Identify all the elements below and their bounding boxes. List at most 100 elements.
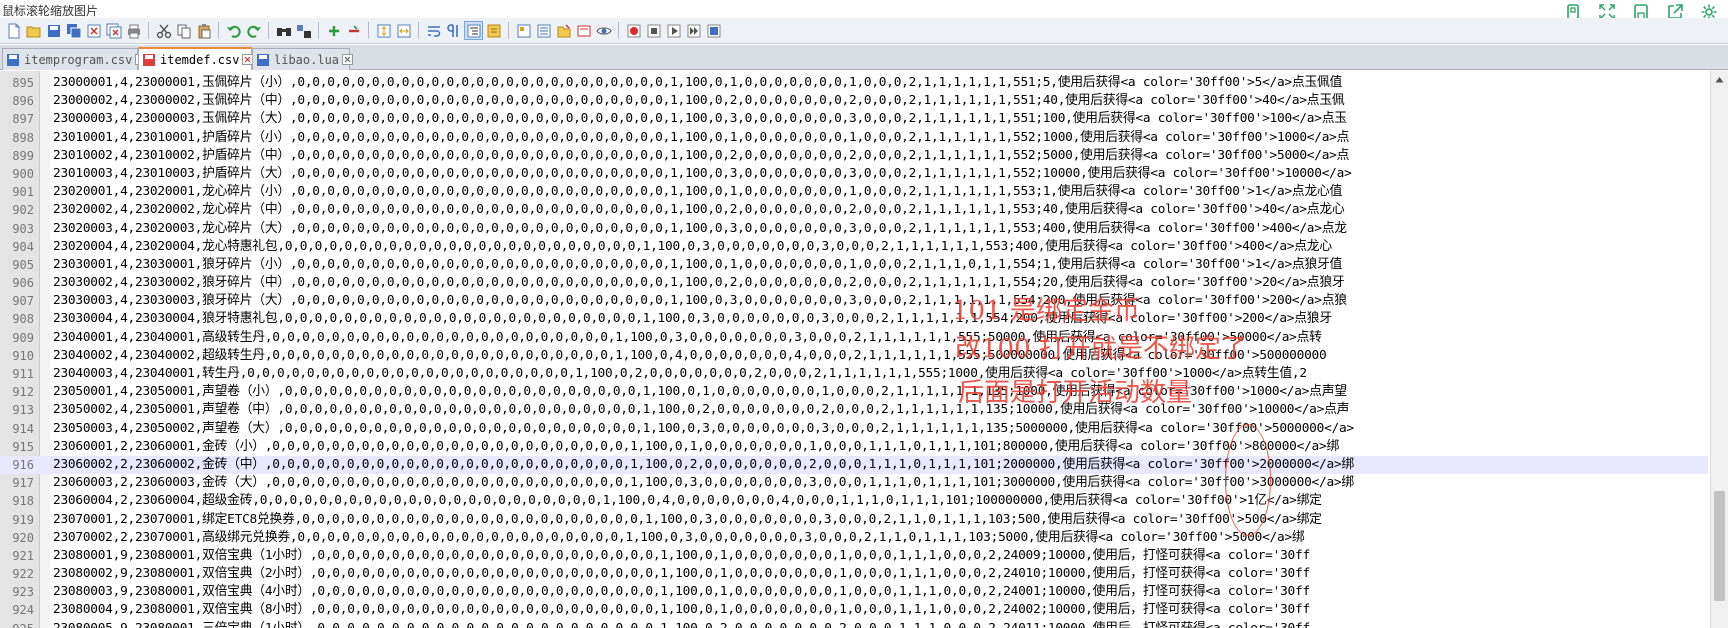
new-file-icon[interactable] (4, 21, 23, 40)
run-macro-multiple-icon[interactable] (684, 21, 703, 40)
editor-line[interactable]: 895 23000001,4,23000001,玉佩碎片（小）,0,0,0,0,0… (0, 74, 1708, 92)
open-file-icon[interactable] (24, 21, 43, 40)
editor-line[interactable]: 897 23000003,4,23000003,玉佩碎片（大）,0,0,0,0,0… (0, 110, 1708, 128)
line-text[interactable]: 23020004,4,23020004,龙心特惠礼包,0,0,0,0,0,0,0… (53, 238, 1332, 256)
stop-macro-icon[interactable] (644, 21, 663, 40)
cut-icon[interactable] (154, 21, 173, 40)
copy-text-icon[interactable] (174, 21, 193, 40)
editor-line[interactable]: 918 23060004,2,23060004,超级金砖,0,0,0,0,0,0,… (0, 492, 1708, 510)
line-text[interactable]: 23080001,9,23080001,双倍宝典（1小时）,0,0,0,0,0,… (53, 547, 1310, 565)
tab-close-icon[interactable] (342, 54, 354, 65)
redo-icon[interactable] (244, 21, 263, 40)
tab-itemprogram[interactable]: itemprogram.csv (2, 48, 147, 70)
line-text[interactable]: 23040003,4,23040001,转生丹,0,0,0,0,0,0,0,0,… (53, 365, 1307, 383)
editor-line[interactable]: 916 23060002,2,23060002,金砖（中）,0,0,0,0,0,0… (0, 455, 1708, 475)
editor-line[interactable]: 911 23040003,4,23040001,转生丹,0,0,0,0,0,0,0… (0, 365, 1708, 383)
editor-line[interactable]: 906 23030002,4,23030002,狼牙碎片（中）,0,0,0,0,0… (0, 274, 1708, 292)
tab-itemdef[interactable]: itemdef.csv (138, 47, 254, 70)
preview-eye-icon[interactable] (594, 21, 613, 40)
line-text[interactable]: 23060002,2,23060002,金砖（中）,0,0,0,0,0,0,0,… (53, 456, 1354, 474)
text-editor[interactable]: 895 23000001,4,23000001,玉佩碎片（小）,0,0,0,0,0… (0, 71, 1728, 628)
print-icon[interactable] (124, 21, 143, 40)
editor-line[interactable]: 896 23000002,4,23000002,玉佩碎片（中）,0,0,0,0,0… (0, 92, 1708, 110)
save-icon[interactable] (44, 21, 63, 40)
monitoring-icon[interactable] (574, 21, 593, 40)
editor-line[interactable]: 925 23080005,9,23080001,三倍宝典（1小时）,0,0,0,0… (0, 620, 1708, 628)
editor-line[interactable]: 902 23020002,4,23020002,龙心碎片（中）,0,0,0,0,0… (0, 201, 1708, 219)
line-text[interactable]: 23080002,9,23080001,双倍宝典（2小时）,0,0,0,0,0,… (53, 565, 1310, 583)
line-text[interactable]: 23030002,4,23030002,狼牙碎片（中）,0,0,0,0,0,0,… (53, 274, 1345, 292)
editor-line[interactable]: 904 23020004,4,23020004,龙心特惠礼包,0,0,0,0,0,… (0, 238, 1708, 256)
find-icon[interactable] (274, 21, 293, 40)
editor-line[interactable]: 898 23010001,4,23010001,护盾碎片（小）,0,0,0,0,0… (0, 129, 1708, 147)
editor-line[interactable]: 900 23010003,4,23010003,护盾碎片（大）,0,0,0,0,0… (0, 165, 1708, 183)
line-text[interactable]: 23070002,2,23070001,高级绑元兑换券,0,0,0,0,0,0,… (53, 529, 1305, 547)
line-text[interactable]: 23030003,4,23030003,狼牙碎片（大）,0,0,0,0,0,0,… (53, 292, 1347, 310)
editor-line[interactable]: 903 23020003,4,23020003,龙心碎片（大）,0,0,0,0,0… (0, 220, 1708, 238)
line-text[interactable]: 23000001,4,23000001,玉佩碎片（小）,0,0,0,0,0,0,… (53, 74, 1342, 92)
sync-vertical-icon[interactable] (374, 21, 393, 40)
editor-line[interactable]: 921 23080001,9,23080001,双倍宝典（1小时）,0,0,0,0… (0, 547, 1708, 565)
editor-line[interactable]: 922 23080002,9,23080001,双倍宝典（2小时）,0,0,0,0… (0, 565, 1708, 583)
line-text[interactable]: 23070001,2,23070001,绑定ETC8兑换券,0,0,0,0,0,… (53, 511, 1322, 529)
line-text[interactable]: 23020002,4,23020002,龙心碎片（中）,0,0,0,0,0,0,… (53, 201, 1345, 219)
editor-line[interactable]: 905 23030001,4,23030001,狼牙碎片（小）,0,0,0,0,0… (0, 256, 1708, 274)
line-text[interactable]: 23050002,4,23050001,声望卷（中）,0,0,0,0,0,0,0… (53, 401, 1349, 419)
scrollbar-thumb[interactable] (1714, 491, 1725, 601)
close-all-icon[interactable] (104, 21, 123, 40)
show-all-chars-icon[interactable] (444, 21, 463, 40)
editor-line[interactable]: 923 23080003,9,23080001,双倍宝典（4小时）,0,0,0,0… (0, 583, 1708, 601)
editor-line[interactable]: 910 23040002,4,23040002,超级转生丹,0,0,0,0,0,0… (0, 347, 1708, 365)
editor-line[interactable]: 912 23050001,4,23050001,声望卷（小）,0,0,0,0,0,… (0, 383, 1708, 401)
line-text[interactable]: 23080005,9,23080001,三倍宝典（1小时）,0,0,0,0,0,… (53, 620, 1310, 628)
user-defined-language-icon[interactable] (484, 21, 503, 40)
tab-libao[interactable]: libao.lua (252, 48, 354, 70)
function-list-icon[interactable] (534, 21, 553, 40)
record-macro-icon[interactable] (624, 21, 643, 40)
folder-workspace-icon[interactable] (554, 21, 573, 40)
line-text[interactable]: 23060001,2,23060001,金砖（小）,0,0,0,0,0,0,0,… (53, 438, 1339, 456)
line-text[interactable]: 23060004,2,23060004,超级金砖,0,0,0,0,0,0,0,0… (53, 492, 1322, 510)
editor-line[interactable]: 909 23040001,4,23040001,高级转生丹,0,0,0,0,0,0… (0, 329, 1708, 347)
editor-line[interactable]: 919 23070001,2,23070001,绑定ETC8兑换券,0,0,0,0… (0, 511, 1708, 529)
save-macro-icon[interactable] (704, 21, 723, 40)
vertical-scrollbar[interactable] (1710, 71, 1728, 628)
line-text[interactable]: 23030004,4,23030004,狼牙特惠礼包,0,0,0,0,0,0,0… (53, 310, 1332, 328)
doc-map-icon[interactable] (514, 21, 533, 40)
indent-guide-icon[interactable] (464, 21, 483, 40)
editor-line[interactable]: 913 23050002,4,23050001,声望卷（中）,0,0,0,0,0,… (0, 401, 1708, 419)
line-text[interactable]: 23050001,4,23050001,声望卷（小）,0,0,0,0,0,0,0… (53, 383, 1347, 401)
line-text[interactable]: 23010002,4,23010002,护盾碎片（中）,0,0,0,0,0,0,… (53, 147, 1349, 165)
close-file-icon[interactable] (84, 21, 103, 40)
replace-icon[interactable] (294, 21, 313, 40)
sync-horizontal-icon[interactable] (394, 21, 413, 40)
paste-icon[interactable] (194, 21, 213, 40)
editor-line[interactable]: 914 23050003,4,23050002,声望卷（大）,0,0,0,0,0,… (0, 420, 1708, 438)
editor-line[interactable]: 901 23020001,4,23020001,龙心碎片（小）,0,0,0,0,0… (0, 183, 1708, 201)
editor-line[interactable]: 907 23030003,4,23030003,狼牙碎片（大）,0,0,0,0,0… (0, 292, 1708, 310)
editor-line[interactable]: 915 23060001,2,23060001,金砖（小）,0,0,0,0,0,0… (0, 438, 1708, 456)
line-text[interactable]: 23010001,4,23010001,护盾碎片（小）,0,0,0,0,0,0,… (53, 129, 1349, 147)
editor-line[interactable]: 917 23060003,2,23060003,金砖（大）,0,0,0,0,0,0… (0, 474, 1708, 492)
editor-line[interactable]: 899 23010002,4,23010002,护盾碎片（中）,0,0,0,0,0… (0, 147, 1708, 165)
save-all-icon[interactable] (64, 21, 83, 40)
editor-line[interactable]: 908 23030004,4,23030004,狼牙特惠礼包,0,0,0,0,0,… (0, 310, 1708, 328)
line-text[interactable]: 23080004,9,23080001,双倍宝典（8小时）,0,0,0,0,0,… (53, 601, 1310, 619)
zoom-out-icon[interactable] (344, 21, 363, 40)
editor-line[interactable]: 920 23070002,2,23070001,高级绑元兑换券,0,0,0,0,0… (0, 529, 1708, 547)
line-text[interactable]: 23020001,4,23020001,龙心碎片（小）,0,0,0,0,0,0,… (53, 183, 1342, 201)
line-text[interactable]: 23060003,2,23060003,金砖（大）,0,0,0,0,0,0,0,… (53, 474, 1354, 492)
line-text[interactable]: 23040002,4,23040002,超级转生丹,0,0,0,0,0,0,0,… (53, 347, 1327, 365)
play-macro-icon[interactable] (664, 21, 683, 40)
line-text[interactable]: 23030001,4,23030001,狼牙碎片（小）,0,0,0,0,0,0,… (53, 256, 1342, 274)
editor-line[interactable]: 924 23080004,9,23080001,双倍宝典（8小时）,0,0,0,0… (0, 601, 1708, 619)
scroll-up-arrow-icon[interactable] (1711, 71, 1728, 88)
line-text[interactable]: 23050003,4,23050002,声望卷（大）,0,0,0,0,0,0,0… (53, 420, 1354, 438)
line-text[interactable]: 23000003,4,23000003,玉佩碎片（大）,0,0,0,0,0,0,… (53, 110, 1347, 128)
line-text[interactable]: 23010003,4,23010003,护盾碎片（大）,0,0,0,0,0,0,… (53, 165, 1352, 183)
word-wrap-icon[interactable] (424, 21, 443, 40)
line-text[interactable]: 23000002,4,23000002,玉佩碎片（中）,0,0,0,0,0,0,… (53, 92, 1345, 110)
line-text[interactable]: 23020003,4,23020003,龙心碎片（大）,0,0,0,0,0,0,… (53, 220, 1347, 238)
undo-icon[interactable] (224, 21, 243, 40)
line-text[interactable]: 23080003,9,23080001,双倍宝典（4小时）,0,0,0,0,0,… (53, 583, 1310, 601)
